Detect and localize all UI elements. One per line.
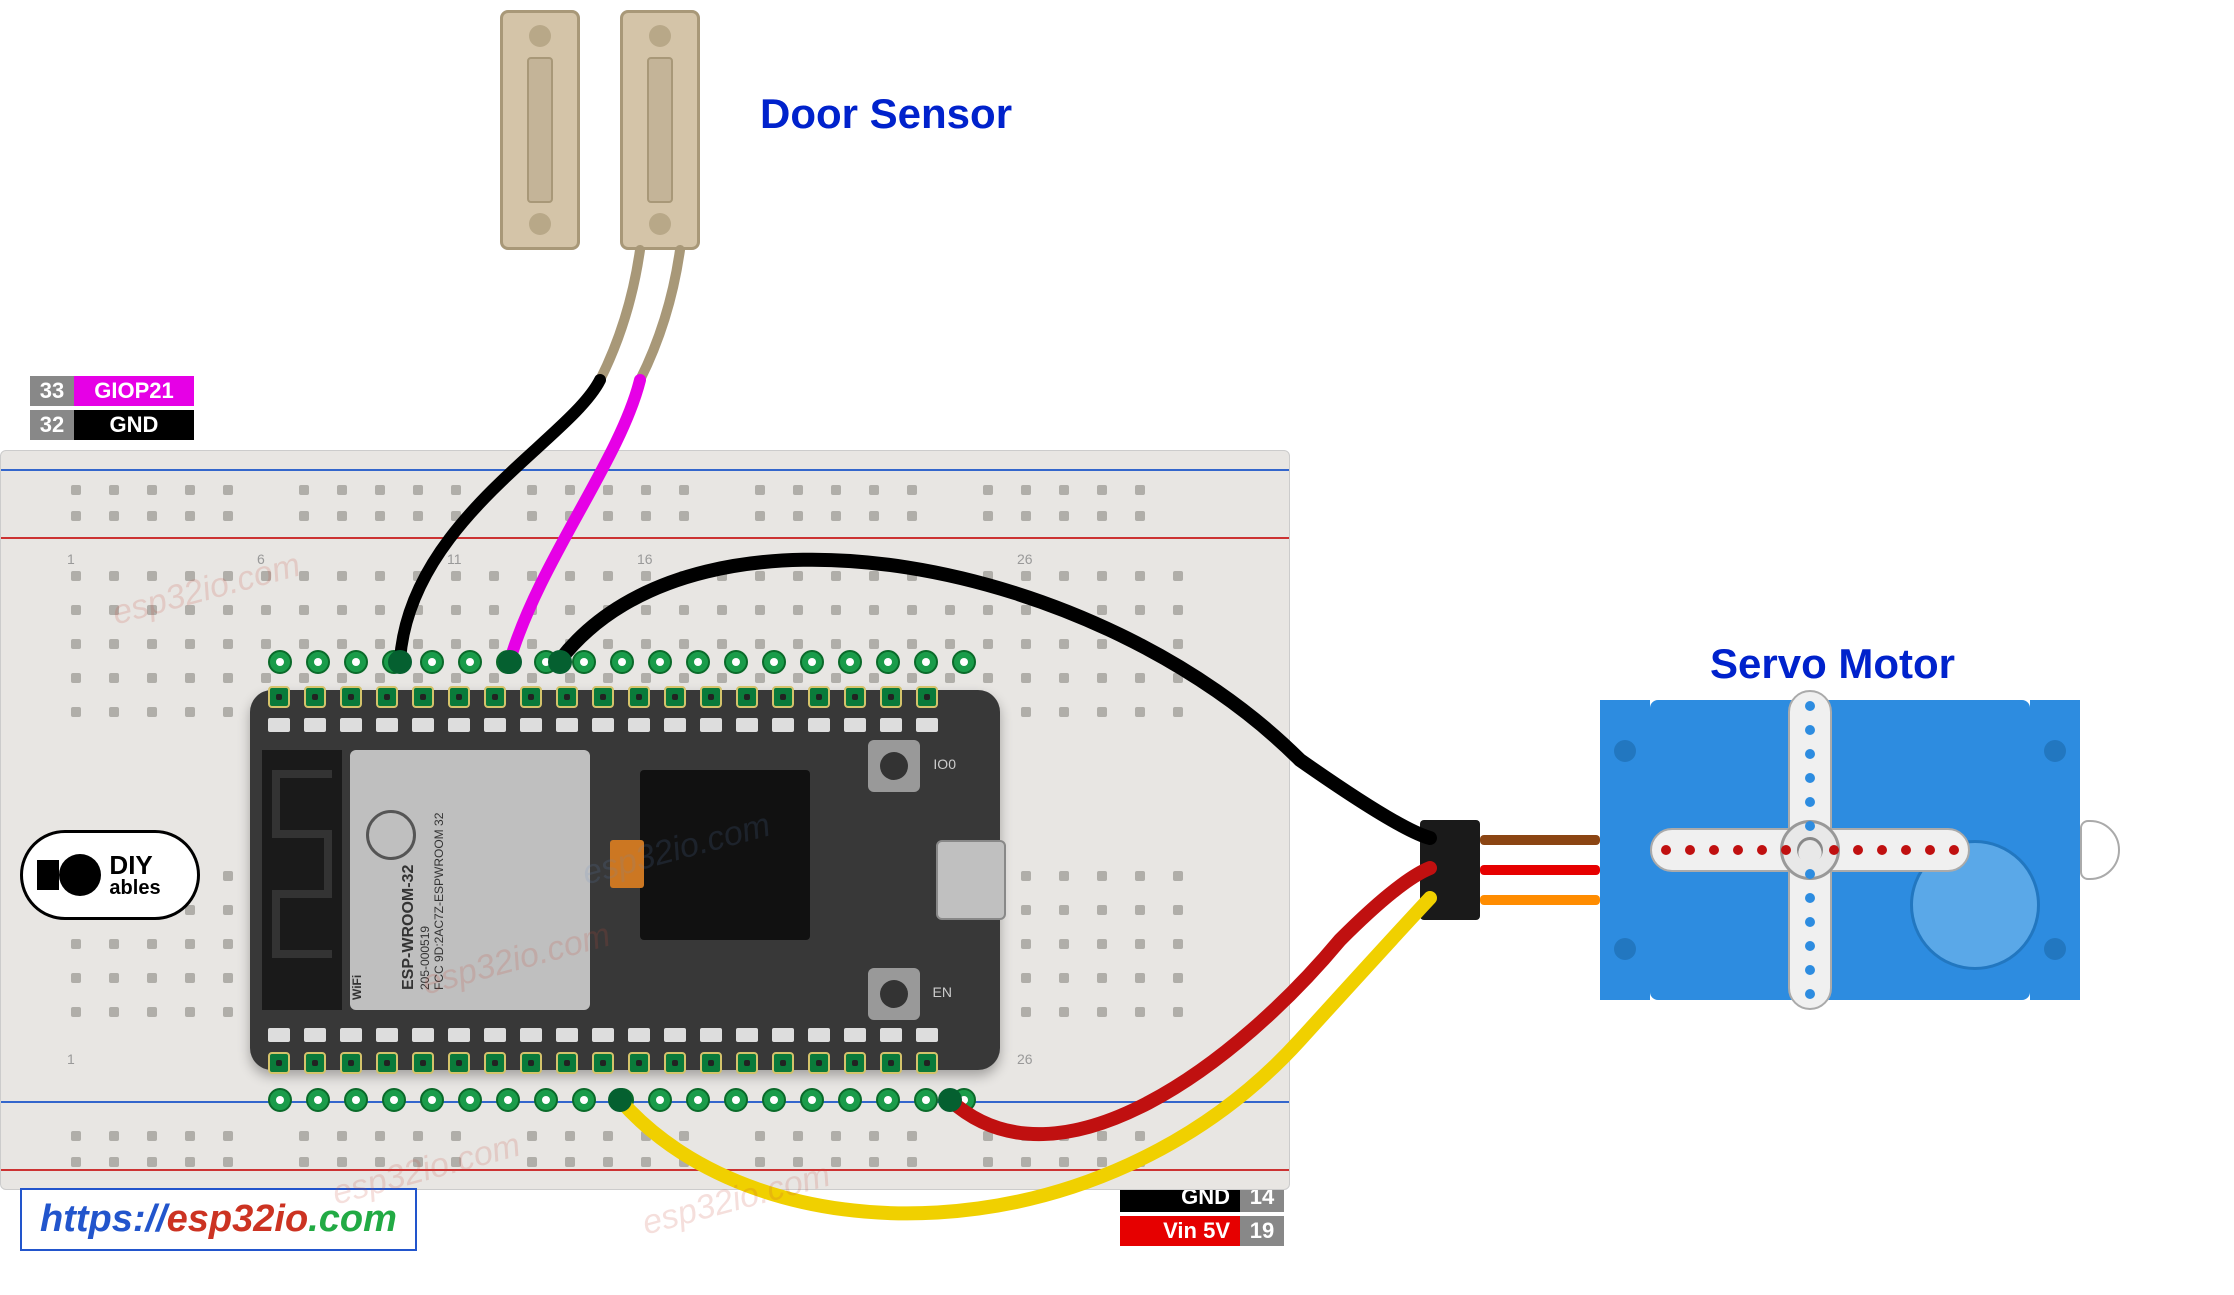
io0-label: IO0 [933, 756, 956, 772]
url-site: esp32io [167, 1198, 309, 1240]
pin-num: 33 [30, 376, 74, 406]
io0-button: IO0 [868, 740, 920, 792]
servo-lead-brown [1480, 835, 1600, 845]
diyables-logo: DIY ables [20, 830, 200, 920]
silkscreen-bottom [268, 1028, 938, 1042]
servo-mount-right [2030, 700, 2080, 1000]
header-row-top [268, 686, 938, 708]
reed-magnet [500, 10, 580, 250]
pin-num: 19 [1240, 1216, 1284, 1246]
pin-label: GND [74, 410, 194, 440]
door-sensor-label: Door Sensor [760, 90, 1012, 138]
en-button: EN [868, 968, 920, 1020]
servo-lead-orange [1480, 895, 1600, 905]
reed-switch [620, 10, 700, 250]
pin-tag-giop21: 33 GIOP21 [30, 376, 194, 406]
pin-label: Vin 5V [1120, 1216, 1240, 1246]
header-row-bottom [268, 1052, 938, 1074]
wifi-mark: WiFi [350, 975, 364, 1000]
logo-line2: ables [109, 878, 160, 898]
url-proto: https:// [40, 1198, 167, 1240]
shield-text: ESP-WROOM-32 205-000519 FCC 9D:2AC7Z-ESP… [400, 770, 446, 990]
servo-horn [1620, 660, 2000, 1040]
breadboard-pin-row-bottom [268, 1088, 976, 1112]
logo-line1: DIY [109, 852, 160, 878]
en-label: EN [933, 984, 952, 1000]
silkscreen-top [268, 718, 938, 732]
diyables-icon [59, 854, 101, 896]
esp32-antenna [262, 750, 342, 1010]
pin-num: 32 [30, 410, 74, 440]
servo-lead-red [1480, 865, 1600, 875]
pin-tag-vin5v: 19 Vin 5V [1120, 1216, 1284, 1246]
pin-tags-sensor: 33 GIOP21 32 GND [30, 376, 194, 444]
pin-tag-gnd: 32 GND [30, 410, 194, 440]
breadboard-pin-row-top [268, 650, 976, 674]
micro-usb-port [936, 840, 1006, 920]
servo-connector [1420, 820, 1480, 920]
pin-label: GIOP21 [74, 376, 194, 406]
servo-spline [2080, 820, 2120, 880]
